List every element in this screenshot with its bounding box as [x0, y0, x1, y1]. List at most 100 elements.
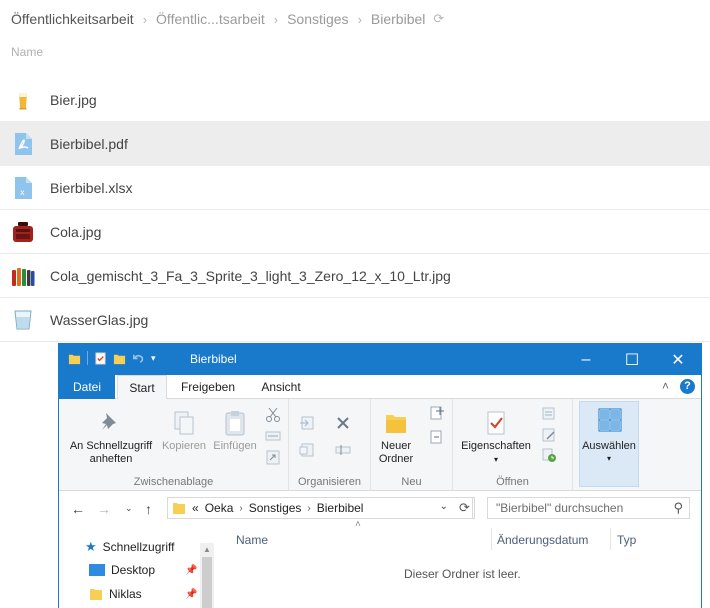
breadcrumb-item[interactable]: Öffentlic...tsarbeit: [156, 11, 265, 27]
file-row[interactable]: WasserGlas.jpg: [0, 298, 710, 342]
chevron-down-icon[interactable]: ⌄: [440, 501, 448, 512]
address-segment[interactable]: Bierbibel: [317, 501, 364, 515]
tab-datei[interactable]: Datei: [59, 375, 115, 399]
toolbar-divider: [87, 351, 88, 365]
minimize-button[interactable]: –: [563, 344, 609, 375]
rename-icon[interactable]: [335, 442, 351, 458]
pin-icon: 📌: [185, 588, 198, 600]
nav-scrollbar[interactable]: ▲: [200, 543, 214, 608]
properties-check-icon[interactable]: [94, 351, 107, 365]
group-clipboard: An Schnellzugriff anheften Kopieren Einf…: [59, 399, 289, 491]
address-overflow[interactable]: «: [192, 501, 199, 515]
scroll-up-icon[interactable]: ▲: [203, 545, 211, 554]
cut-icon[interactable]: [265, 407, 281, 423]
close-button[interactable]: ✕: [655, 344, 701, 375]
open-icon[interactable]: [541, 405, 557, 421]
search-placeholder: "Bierbibel" durchsuchen: [496, 501, 624, 515]
column-header-type[interactable]: Typ: [617, 533, 636, 547]
column-header-date[interactable]: Änderungsdatum: [497, 533, 588, 547]
paste-shortcut-icon[interactable]: [265, 449, 281, 465]
file-content-area: ˄ Name Änderungsdatum Typ Dieser Ordner …: [219, 519, 701, 608]
paste-label: Einfügen: [213, 440, 257, 452]
nav-item-label: Schnellzugriff: [102, 540, 175, 554]
water-glass-icon: [14, 310, 32, 330]
column-divider[interactable]: [491, 528, 492, 550]
pin-icon: 📌: [185, 564, 198, 576]
pin-icon: [102, 413, 116, 430]
nav-item-quick-access[interactable]: ★ Schnellzugriff: [85, 539, 174, 555]
ribbon-tabs: Datei Start Freigeben Ansicht ˄ ?: [59, 375, 701, 400]
recent-locations-icon[interactable]: ⌄: [125, 503, 133, 514]
tab-freigeben[interactable]: Freigeben: [173, 375, 243, 399]
window-title: Bierbibel: [190, 352, 237, 366]
back-arrow-icon[interactable]: ←: [71, 501, 85, 517]
new-folder-button[interactable]: Neuer Ordner: [373, 409, 419, 466]
file-row[interactable]: x Bierbibel.xlsx: [0, 166, 710, 210]
history-icon[interactable]: [541, 447, 557, 463]
delete-icon[interactable]: [335, 415, 351, 431]
maximize-button[interactable]: ☐: [609, 344, 655, 375]
new-folder-icon: [386, 415, 406, 433]
column-divider[interactable]: [610, 528, 611, 550]
file-name: Bierbibel.xlsx: [50, 180, 133, 196]
refresh-button[interactable]: ⟳: [455, 497, 475, 519]
paste-icon: [225, 411, 245, 436]
pin-quick-access-button[interactable]: An Schnellzugriff anheften: [65, 409, 157, 466]
help-icon[interactable]: ?: [680, 379, 695, 394]
undo-icon[interactable]: [132, 352, 145, 365]
scrollbar-thumb[interactable]: [202, 557, 212, 608]
qat-dropdown-icon[interactable]: ▾: [151, 353, 156, 364]
copy-path-icon[interactable]: [265, 428, 281, 444]
properties-button[interactable]: Eigenschaften ▾: [457, 409, 535, 466]
tab-ansicht[interactable]: Ansicht: [251, 375, 311, 399]
file-row[interactable]: Bierbibel.pdf: [0, 122, 710, 166]
search-input[interactable]: "Bierbibel" durchsuchen ⚲: [487, 497, 690, 519]
group-open: Eigenschaften ▾ Öffnen: [453, 399, 573, 491]
address-segment[interactable]: Oeka: [205, 501, 234, 515]
navigation-pane: ★ Schnellzugriff Desktop 📌 Niklas 📌: [59, 525, 214, 608]
move-to-icon[interactable]: [299, 415, 315, 431]
new-item-icon[interactable]: [429, 405, 445, 421]
group-label: Organisieren: [298, 476, 361, 488]
tab-start[interactable]: Start: [117, 375, 167, 400]
chevron-right-icon[interactable]: ›: [307, 503, 310, 514]
group-label: Öffnen: [496, 476, 529, 488]
collapse-ribbon-icon[interactable]: ˄: [662, 379, 669, 393]
title-bar[interactable]: ▾ Bierbibel – ☐ ✕: [59, 344, 701, 375]
address-segment[interactable]: Sonstiges: [249, 501, 302, 515]
pin-quick-access-label: An Schnellzugriff anheften: [69, 440, 153, 465]
column-header-name[interactable]: Name: [11, 45, 43, 59]
forward-arrow-icon[interactable]: →: [97, 501, 111, 517]
file-row[interactable]: Cola_gemischt_3_Fa_3_Sprite_3_light_3_Ze…: [0, 254, 710, 298]
nav-item-desktop[interactable]: Desktop 📌: [89, 563, 197, 577]
pdf-file-icon: [15, 133, 32, 155]
up-arrow-icon[interactable]: ↑: [145, 501, 152, 517]
paste-button[interactable]: Einfügen: [209, 409, 261, 453]
column-header-name[interactable]: Name: [236, 533, 268, 547]
refresh-icon[interactable]: ⟳: [433, 11, 444, 27]
address-bar[interactable]: « Oeka › Sonstiges › Bierbibel ⌄: [167, 497, 473, 519]
folder-icon: [90, 589, 102, 600]
breadcrumb-item[interactable]: Öffentlichkeitsarbeit: [11, 11, 134, 27]
properties-icon: [487, 411, 505, 435]
select-label: Auswählen: [582, 440, 636, 452]
folder-icon[interactable]: [68, 352, 81, 365]
breadcrumb-item[interactable]: Sonstiges: [287, 11, 348, 27]
svg-text:x: x: [20, 188, 25, 197]
file-row[interactable]: Bier.jpg: [0, 78, 710, 122]
group-organize: Organisieren: [289, 399, 371, 491]
breadcrumb-separator: ›: [142, 11, 148, 27]
sort-arrow-icon: ˄: [355, 519, 361, 530]
copy-to-icon[interactable]: [299, 442, 315, 458]
ribbon: An Schnellzugriff anheften Kopieren Einf…: [59, 399, 701, 491]
nav-item-niklas[interactable]: Niklas 📌: [89, 587, 197, 601]
new-folder-icon[interactable]: [113, 352, 126, 365]
file-row[interactable]: Cola.jpg: [0, 210, 710, 254]
select-button[interactable]: Auswählen ▾: [579, 401, 639, 487]
chevron-right-icon[interactable]: ›: [239, 503, 242, 514]
breadcrumb: Öffentlichkeitsarbeit › Öffentlic...tsar…: [11, 10, 444, 28]
breadcrumb-item[interactable]: Bierbibel: [371, 11, 425, 27]
copy-button[interactable]: Kopieren: [159, 409, 209, 453]
edit-icon[interactable]: [541, 427, 557, 443]
easy-access-icon[interactable]: [429, 429, 445, 445]
